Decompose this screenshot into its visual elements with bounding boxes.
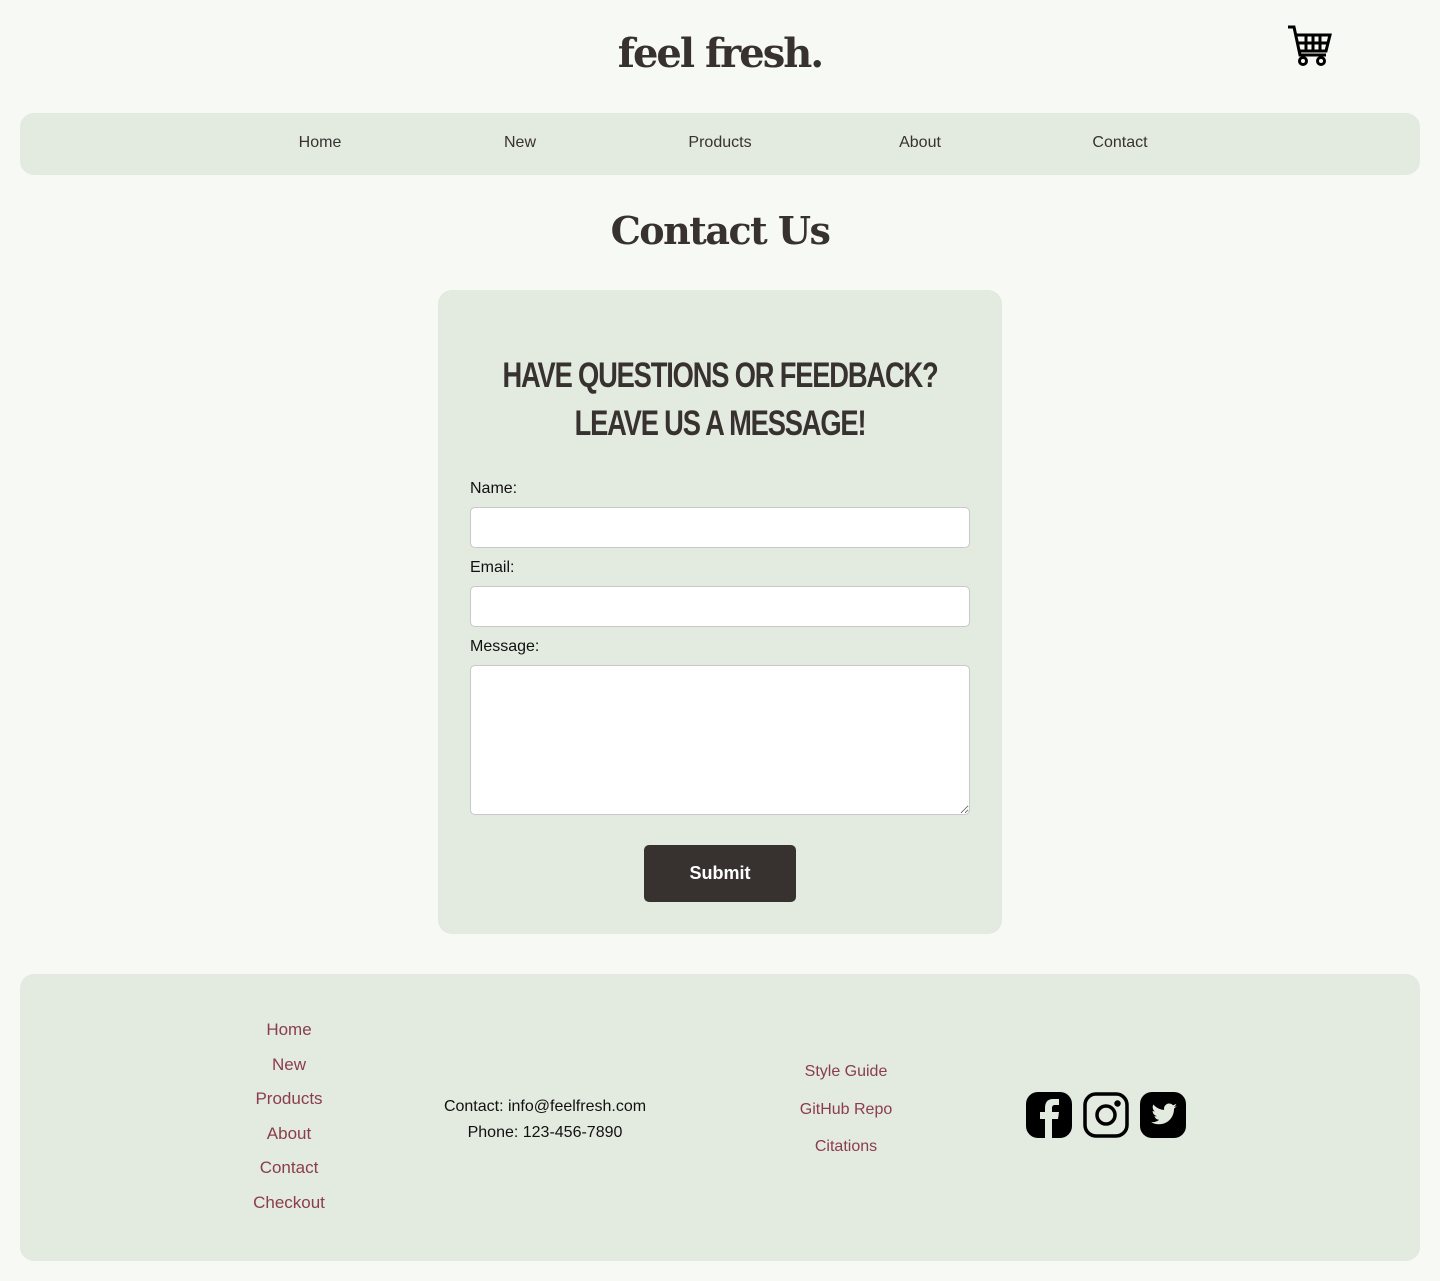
facebook-icon[interactable] xyxy=(1026,1092,1072,1138)
nav-products[interactable]: Products xyxy=(688,134,751,152)
main-nav: Home New Products About Contact xyxy=(20,113,1420,175)
footer-link-checkout[interactable]: Checkout xyxy=(253,1193,325,1213)
footer-link-home[interactable]: Home xyxy=(266,1020,311,1040)
footer-link-products[interactable]: Products xyxy=(255,1089,322,1109)
contact-phone: Phone: 123-456-7890 xyxy=(467,1124,623,1141)
footer-link-new[interactable]: New xyxy=(272,1055,306,1075)
style-guide-link[interactable]: Style Guide xyxy=(805,1063,888,1081)
logo[interactable]: feel fresh. xyxy=(0,30,1440,77)
message-textarea[interactable] xyxy=(470,665,970,815)
twitter-icon[interactable] xyxy=(1140,1092,1186,1138)
footer: Home New Products About Contact Checkout… xyxy=(20,974,1420,1261)
contact-email: Contact: info@feelfresh.com xyxy=(443,1098,647,1115)
nav-contact[interactable]: Contact xyxy=(1092,134,1147,152)
email-input[interactable] xyxy=(470,586,970,627)
nav-new[interactable]: New xyxy=(504,134,536,152)
citations-link[interactable]: Citations xyxy=(815,1138,877,1156)
contact-info: Contact: info@feelfresh.com Phone: 123-45… xyxy=(365,1094,725,1146)
nav-about[interactable]: About xyxy=(899,134,941,152)
instagram-icon[interactable] xyxy=(1083,1092,1129,1138)
footer-link-about[interactable]: About xyxy=(267,1124,311,1144)
github-repo-link[interactable]: GitHub Repo xyxy=(800,1101,893,1119)
name-label: Name: xyxy=(470,480,518,497)
footer-link-contact[interactable]: Contact xyxy=(260,1158,319,1178)
nav-home[interactable]: Home xyxy=(299,134,342,152)
contact-form: Have questions or feedback? Leave us a me… xyxy=(438,290,1002,934)
page-title: Contact Us xyxy=(610,208,831,253)
message-label: Message: xyxy=(470,638,540,655)
submit-button[interactable]: Submit xyxy=(644,845,796,902)
name-input[interactable] xyxy=(470,507,970,548)
cart-icon[interactable] xyxy=(1286,24,1334,68)
email-label: Email: xyxy=(470,559,515,576)
form-heading: Have questions or feedback? Leave us a me… xyxy=(502,356,938,443)
